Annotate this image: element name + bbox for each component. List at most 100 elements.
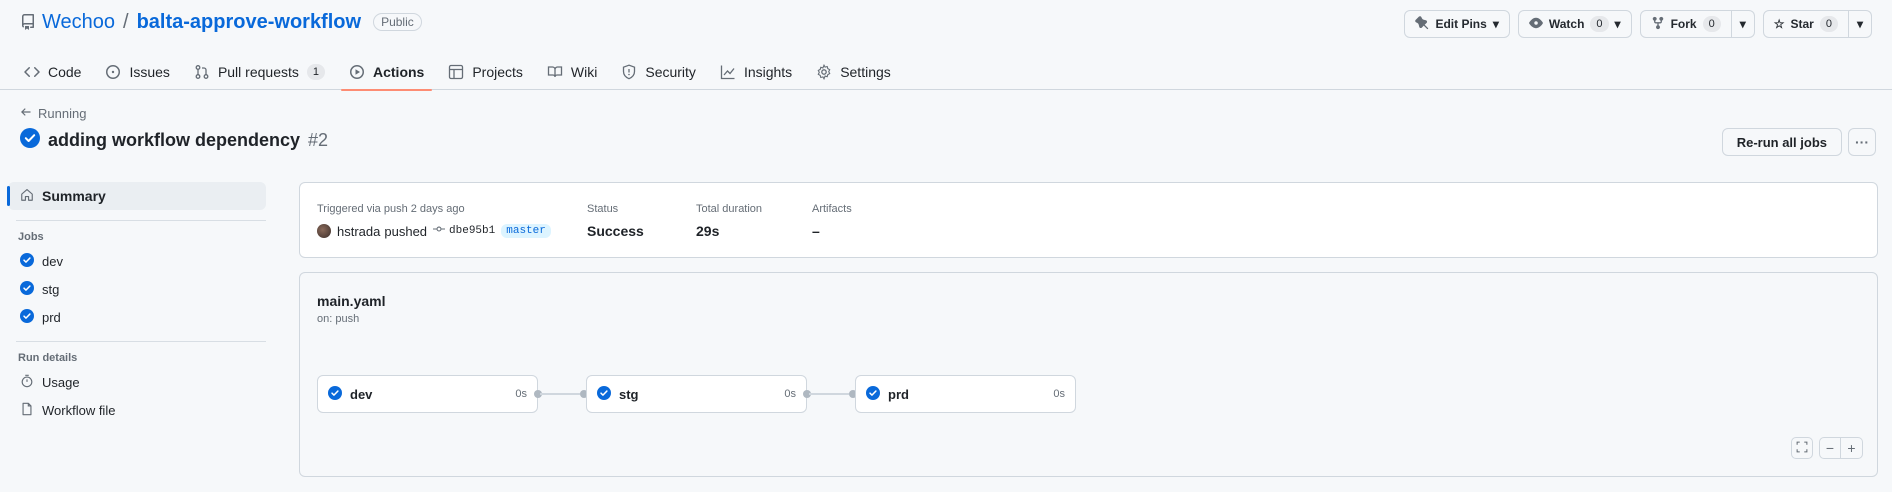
tab-label: Actions [373, 64, 425, 80]
status-value: Success [587, 223, 644, 239]
sidebar-item-workflow-file[interactable]: Workflow file [8, 396, 266, 424]
sidebar-item-label: stg [42, 281, 60, 297]
table-icon [448, 64, 464, 80]
duration-value[interactable]: 29s [696, 223, 762, 239]
sidebar-item-usage[interactable]: Usage [8, 368, 266, 396]
chevron-down-icon: ▾ [1856, 17, 1863, 31]
job-connector [540, 393, 580, 395]
fullscreen-button[interactable] [1791, 437, 1813, 459]
watch-button[interactable]: Watch 0 ▾ [1517, 10, 1632, 38]
divider [16, 220, 266, 221]
job-name: stg [619, 386, 639, 402]
fork-dropdown-button[interactable]: ▾ [1731, 10, 1755, 38]
repo-forked-icon [1651, 16, 1665, 33]
tab-projects[interactable]: Projects [440, 54, 531, 90]
branch-badge[interactable]: master [501, 224, 551, 238]
jobs-heading: Jobs [18, 231, 44, 243]
watch-count: 0 [1590, 16, 1609, 32]
run-summary-card: Triggered via push 2 days ago hstrada pu… [299, 182, 1878, 258]
trigger-info: Triggered via push 2 days ago hstrada pu… [317, 203, 551, 239]
fork-button[interactable]: Fork 0 [1639, 10, 1732, 38]
fullscreen-icon [1796, 440, 1808, 456]
sidebar-item-summary[interactable]: Summary [7, 182, 266, 210]
tab-actions[interactable]: Actions [341, 54, 433, 91]
job-duration: 0s [784, 388, 796, 400]
repo-owner-link[interactable]: Wechoo [42, 11, 115, 34]
tab-security[interactable]: Security [613, 54, 704, 90]
check-circle-fill-icon [597, 385, 611, 403]
repo-header: Wechoo / balta-approve-workflow Public E… [0, 0, 1892, 91]
status-label: Status [587, 203, 619, 215]
pull-requests-count: 1 [306, 64, 325, 80]
sidebar-item-job-dev[interactable]: dev [8, 247, 266, 275]
tab-label: Projects [472, 64, 523, 80]
rerun-all-jobs-button[interactable]: Re-run all jobs [1721, 128, 1842, 156]
job-name: prd [888, 386, 909, 402]
job-name: dev [350, 386, 373, 402]
issue-opened-icon [105, 64, 121, 80]
star-button-group: ☆ Star 0 ▾ [1762, 10, 1872, 38]
avatar[interactable] [317, 224, 331, 238]
back-to-workflow-link[interactable]: Running [20, 106, 86, 121]
sidebar-item-job-prd[interactable]: prd [8, 303, 266, 331]
graph-zoom-controls: − + [1791, 437, 1863, 459]
run-name: adding workflow dependency [48, 130, 301, 150]
job-node-dev[interactable]: dev 0s [317, 375, 538, 413]
zoom-in-button[interactable]: + [1841, 437, 1863, 459]
star-icon: ☆ [1773, 17, 1785, 31]
sidebar-item-label: prd [42, 309, 61, 325]
workflow-graph-card: main.yaml on: push dev 0s stg 0s prd 0s [299, 272, 1878, 477]
run-details-heading: Run details [18, 352, 78, 364]
job-connector [809, 393, 849, 395]
star-dropdown-button[interactable]: ▾ [1848, 10, 1872, 38]
tab-issues[interactable]: Issues [97, 54, 177, 90]
repo-separator: / [123, 10, 129, 33]
artifacts-value: – [812, 223, 820, 239]
sidebar-item-label: Summary [42, 188, 106, 204]
tab-settings[interactable]: Settings [808, 54, 899, 90]
repo-title: Wechoo / balta-approve-workflow Public [20, 8, 422, 36]
tab-label: Insights [743, 64, 793, 80]
duration-info: Total duration 29s [696, 203, 762, 239]
git-commit-icon [433, 223, 446, 239]
kebab-menu-icon[interactable]: ··· [1848, 128, 1876, 156]
check-circle-fill-icon [866, 385, 880, 403]
job-node-stg[interactable]: stg 0s [586, 375, 807, 413]
sidebar-item-label: Usage [42, 374, 80, 390]
workflow-file-name: main.yaml [317, 293, 386, 309]
run-title: adding workflow dependency #2 [20, 128, 328, 153]
tab-pull-requests[interactable]: Pull requests 1 [186, 54, 333, 90]
tab-code[interactable]: Code [16, 54, 89, 90]
star-button[interactable]: ☆ Star 0 [1762, 10, 1849, 38]
trigger-label: Triggered via push 2 days ago [317, 203, 465, 215]
file-icon [20, 402, 34, 419]
chevron-down-icon: ▾ [1739, 17, 1746, 31]
sidebar-item-job-stg[interactable]: stg [8, 275, 266, 303]
artifacts-label: Artifacts [812, 203, 852, 215]
run-number: #2 [308, 130, 329, 150]
edit-pins-button[interactable]: Edit Pins ▾ [1404, 10, 1510, 38]
repo-nav-tabs: Code Issues Pull requests 1 Actions Proj… [16, 54, 899, 91]
repo-name-link[interactable]: balta-approve-workflow [137, 11, 361, 34]
home-icon [20, 188, 34, 205]
zoom-out-button[interactable]: − [1819, 437, 1841, 459]
repo-icon [20, 14, 36, 30]
job-node-prd[interactable]: prd 0s [855, 375, 1076, 413]
watch-label: Watch [1548, 17, 1585, 31]
fork-label: Fork [1670, 17, 1697, 31]
star-label: Star [1790, 17, 1814, 31]
tab-label: Pull requests [217, 64, 299, 80]
repo-actions: Edit Pins ▾ Watch 0 ▾ Fork 0 ▾ ☆ Star 0 … [1404, 10, 1872, 38]
gear-icon [816, 64, 832, 80]
commit-link[interactable]: dbe95b1 [433, 223, 495, 239]
artifacts-info: Artifacts – [812, 203, 852, 239]
tab-insights[interactable]: Insights [712, 54, 800, 90]
pin-icon [1415, 15, 1429, 33]
chevron-down-icon: ▾ [1492, 17, 1499, 31]
tab-wiki[interactable]: Wiki [539, 54, 605, 90]
stopwatch-icon [20, 374, 34, 391]
fork-button-group: Fork 0 ▾ [1639, 10, 1755, 38]
job-duration: 0s [1053, 388, 1065, 400]
actor-link[interactable]: hstrada [337, 224, 380, 239]
tab-label: Settings [840, 64, 891, 80]
